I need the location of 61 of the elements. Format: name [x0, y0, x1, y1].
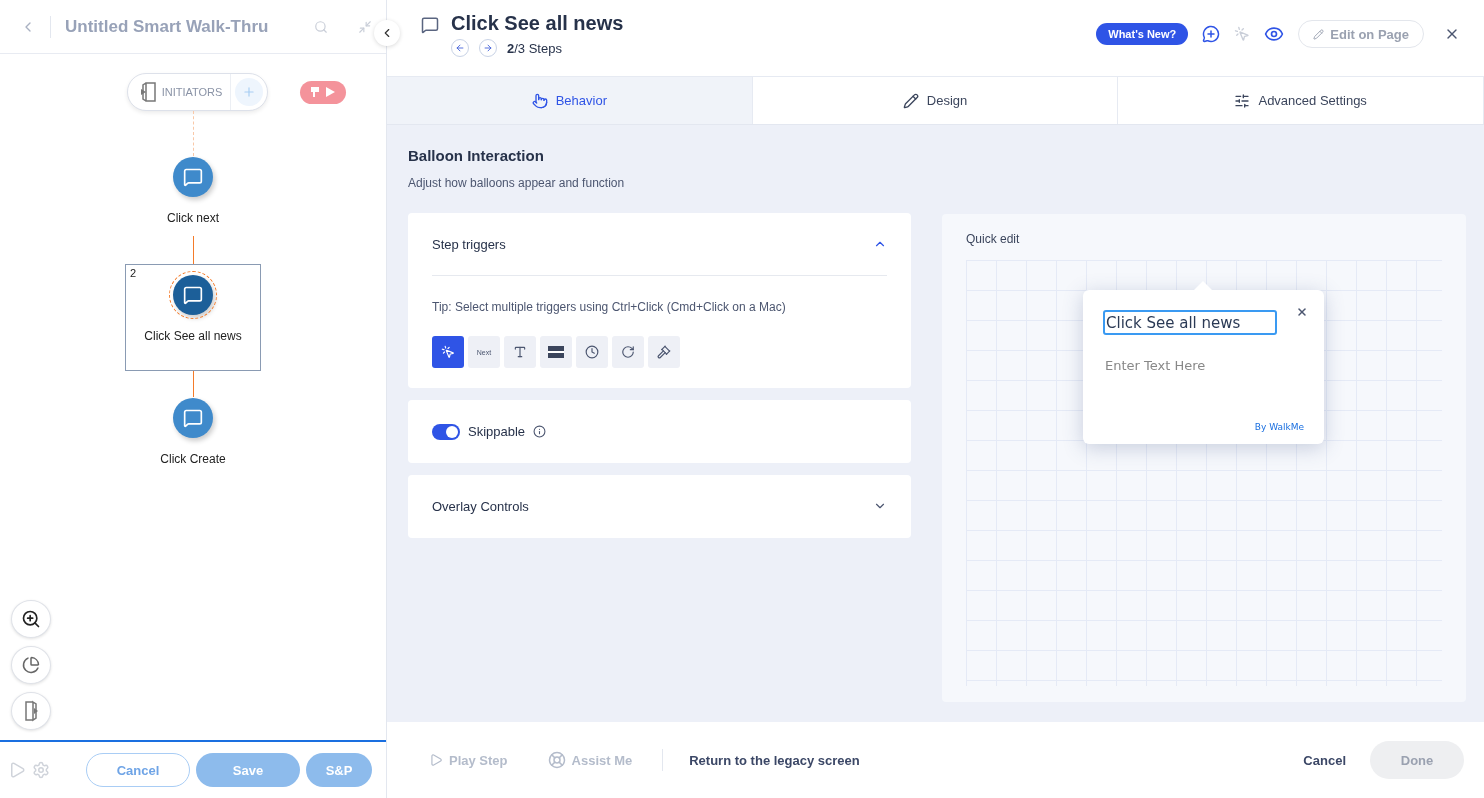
play-badge[interactable]: [300, 80, 347, 104]
play-icon: [429, 753, 443, 768]
pie-chart-icon: [22, 656, 40, 674]
trigger-button[interactable]: [648, 336, 680, 369]
legacy-screen-link[interactable]: Return to the legacy screen: [689, 752, 1304, 768]
click-icon: [441, 345, 455, 360]
arrow-right-icon: [483, 43, 493, 53]
trigger-button[interactable]: [432, 336, 464, 369]
branding-link[interactable]: By WalkMe: [1254, 422, 1304, 433]
whats-new-button[interactable]: What's New?: [1096, 23, 1189, 45]
step-triggers-header[interactable]: Step triggers: [432, 213, 887, 277]
tab[interactable]: Behavior: [387, 76, 753, 125]
door-icon: [23, 700, 39, 722]
lifebuoy-icon: [547, 751, 566, 770]
door-button[interactable]: [11, 692, 51, 730]
section-subtitle: Adjust how balloons appear and function: [408, 176, 626, 191]
close-button[interactable]: [1296, 306, 1308, 319]
refresh-icon: [621, 345, 635, 360]
previous-step-button[interactable]: [451, 39, 469, 57]
arrow-left-icon: [455, 43, 465, 53]
step-node[interactable]: 2 Click See all news: [125, 264, 261, 371]
trigger-button[interactable]: [576, 336, 608, 369]
info-icon[interactable]: [533, 425, 547, 439]
step-label: Click next: [167, 211, 219, 225]
sliders-icon: [1234, 92, 1251, 109]
trigger-button[interactable]: [540, 336, 572, 369]
step-number: 2: [130, 267, 137, 279]
cancel-button[interactable]: Cancel: [1303, 752, 1346, 768]
step-title: Click See all news: [451, 12, 625, 35]
zoom-in-button[interactable]: [11, 600, 51, 638]
hand-pointer-icon: [531, 92, 548, 109]
banner-icon: [548, 346, 564, 359]
step-label: Click See all news: [144, 329, 242, 343]
speech-bubble-icon: [421, 16, 439, 34]
close-icon: [1296, 306, 1308, 319]
quick-edit-title: Quick edit: [966, 232, 1021, 247]
step-counter: 2/3 Steps: [507, 40, 562, 56]
pencil-icon: [902, 92, 919, 109]
speech-bubble-icon: [183, 408, 203, 428]
zoom-in-icon: [21, 609, 41, 629]
skippable-toggle[interactable]: [432, 423, 460, 440]
flow-title: Untitled Smart Walk-Thru: [65, 16, 270, 37]
speech-bubble-icon: [183, 285, 203, 305]
preview-eye-icon[interactable]: [1264, 24, 1285, 44]
initiators-label: INITIATORS: [161, 74, 232, 110]
section-title: Balloon Interaction: [408, 147, 545, 165]
text-icon: [513, 345, 527, 360]
pie-chart-button[interactable]: [11, 646, 51, 684]
plus-icon: [242, 85, 257, 99]
add-comment-icon[interactable]: [1202, 25, 1221, 43]
step-label: Click Create: [160, 452, 226, 466]
gavel-icon: [657, 345, 671, 360]
door-icon: [139, 81, 158, 103]
clock-icon: [585, 345, 599, 360]
tip-text: Tip: Select multiple triggers using Ctrl+Click (Cmd+Click on a Mac): [432, 300, 787, 315]
balloon-title-field[interactable]: Click See all news: [1103, 310, 1277, 336]
speech-bubble-icon: [183, 167, 203, 187]
next-step-button[interactable]: [479, 39, 497, 57]
pencil-icon: [1313, 28, 1325, 40]
overlay-controls-header[interactable]: Overlay Controls: [432, 475, 887, 539]
skippable-label: Skippable: [468, 424, 526, 440]
